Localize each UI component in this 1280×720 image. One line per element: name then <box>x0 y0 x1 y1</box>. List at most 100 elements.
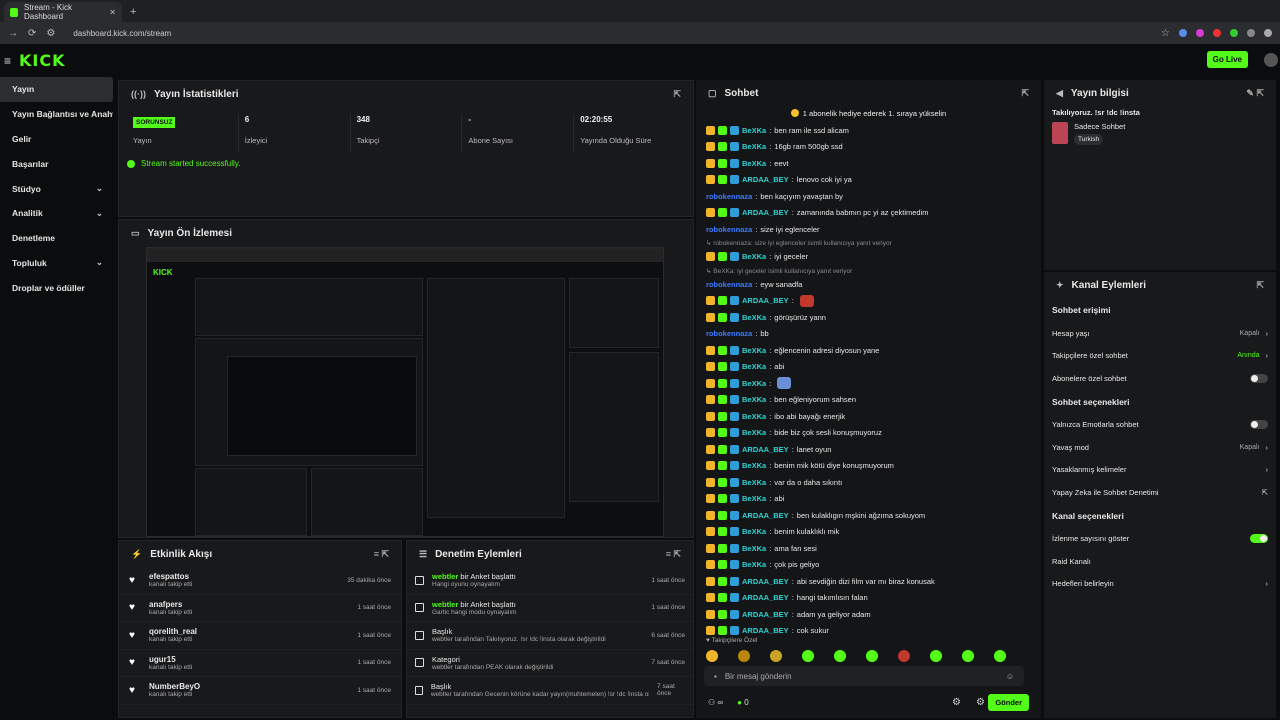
emote-only-toggle[interactable] <box>1250 420 1268 430</box>
chat-username[interactable]: ARDAA_BEY <box>742 175 789 184</box>
emote-icon[interactable] <box>994 650 1006 662</box>
subscribers-only-toggle[interactable] <box>1250 373 1268 383</box>
chat-input[interactable]: ▪ Bir mesaj gönderin ☺ <box>704 666 1024 686</box>
chat-message[interactable]: BeXKa: bide biz çok sesli konuşmuyoruz <box>706 425 1031 442</box>
browser-tab[interactable]: Stream - Kick Dashboard ✕ <box>4 2 122 22</box>
chat-message[interactable]: robokennaza: ben kaçıyım yavaştan by <box>706 188 1031 205</box>
chat-message[interactable]: ARDAA_BEY: abi sevdiğin dizi film var mı … <box>706 573 1031 590</box>
sidebar-item-denetleme[interactable]: Denetleme <box>0 226 113 251</box>
emote-icon[interactable] <box>738 650 750 662</box>
sidebar-item-droplar[interactable]: Droplar ve ödüller <box>0 275 113 300</box>
sidebar-item-yayin[interactable]: Yayın <box>0 77 113 102</box>
chat-username[interactable]: ARDAA_BEY <box>742 593 789 602</box>
chat-message[interactable]: robokennaza: bb <box>706 326 1031 343</box>
reply-context[interactable]: ↳ robokennaza: size iyi eglenceler isiml… <box>706 238 1031 249</box>
chat-message[interactable]: BeXKa: benim kulaklıklı mik <box>706 524 1031 541</box>
set-goals-row[interactable]: Hedefleri belirleyin › <box>1044 573 1276 596</box>
chat-message[interactable]: BeXKa: iyi geceler <box>706 249 1031 266</box>
chat-username[interactable]: BeXKa <box>742 313 766 322</box>
extension-icon[interactable] <box>1196 29 1204 37</box>
users-icon[interactable]: ⚇ ∞ <box>708 698 723 707</box>
chat-username[interactable]: BeXKa <box>742 428 766 437</box>
extensions-puzzle-icon[interactable] <box>1247 29 1255 37</box>
chat-message[interactable]: BeXKa: abi <box>706 359 1031 376</box>
close-icon[interactable]: ✕ <box>109 8 116 17</box>
chat-message[interactable]: BeXKa: ben eğleniyorum sahsen <box>706 392 1031 409</box>
new-tab-icon[interactable]: + <box>130 6 136 18</box>
slow-mode-row[interactable]: Yavaş mod Kapalı › <box>1044 436 1276 459</box>
followers-only-row[interactable]: Takipçilere özel sohbet Anında › <box>1044 345 1276 368</box>
chat-message[interactable]: BeXKa: ben ram ile ssd alicam <box>706 122 1031 139</box>
chat-message[interactable]: BeXKa: eevt <box>706 155 1031 172</box>
emoji-icon[interactable]: ☺ <box>1006 672 1014 681</box>
chat-message[interactable]: BeXKa: abi <box>706 491 1031 508</box>
extension-icon[interactable] <box>1230 29 1238 37</box>
banned-words-row[interactable]: Yasaklanmış kelimeler › <box>1044 459 1276 482</box>
extension-icon[interactable] <box>1213 29 1221 37</box>
menu-icon[interactable]: ≡ <box>4 54 11 68</box>
chat-username[interactable]: BeXKa <box>742 126 766 135</box>
chat-message[interactable]: robokennaza: eyw sanadfa <box>706 276 1031 293</box>
popout-icon[interactable]: ⇱ <box>1256 280 1264 291</box>
emote-icon[interactable] <box>770 650 782 662</box>
settings-icon[interactable]: ⚙ <box>952 697 961 708</box>
account-age-row[interactable]: Hesap yaşı Kapalı › <box>1044 322 1276 345</box>
site-info-icon[interactable]: ⚙ <box>46 28 55 39</box>
emote-icon[interactable] <box>898 650 910 662</box>
chat-message[interactable]: BeXKa: ibo abi bayağı enerjik <box>706 408 1031 425</box>
sidebar-item-basarilar[interactable]: Başarılar <box>0 151 113 176</box>
sidebar-item-gelir[interactable]: Gelir <box>0 127 113 152</box>
chat-message[interactable]: robokennaza: size iyi eglenceler <box>706 221 1031 238</box>
sidebar-item-studyo[interactable]: Stüdyo ⌄ <box>0 176 113 201</box>
emote-icon[interactable] <box>834 650 846 662</box>
emote-icon[interactable] <box>930 650 942 662</box>
chat-username[interactable]: ARDAA_BEY <box>742 445 789 454</box>
star-icon[interactable]: ☆ <box>1161 28 1170 39</box>
chat-username[interactable]: robokennaza <box>706 280 752 289</box>
chat-message[interactable]: ARDAA_BEY: zamanında babmın pc yi az çekt… <box>706 205 1031 222</box>
chat-message[interactable]: ARDAA_BEY: lenovo cok iyi ya <box>706 172 1031 189</box>
raid-channel-row[interactable]: Raid Kanalı <box>1044 550 1276 573</box>
chat-username[interactable]: BeXKa <box>742 494 766 503</box>
points-icon[interactable]: ● 0 <box>737 698 749 707</box>
chat-message[interactable]: ARDAA_BEY: adam ya geliyor adam <box>706 606 1031 623</box>
ai-moderation-row[interactable]: Yapay Zeka ile Sohbet Denetimi ⇱ <box>1044 481 1276 504</box>
go-live-button[interactable]: Go Live <box>1206 51 1248 68</box>
chat-username[interactable]: BeXKa <box>742 544 766 553</box>
chat-message[interactable]: BeXKa:16gb ram 500gb ssd <box>706 139 1031 156</box>
emote-icon[interactable] <box>866 650 878 662</box>
stream-preview-video[interactable]: KICK <box>146 247 664 537</box>
chat-message[interactable]: BeXKa: <box>706 375 1031 392</box>
address-bar[interactable]: dashboard.kick.com/stream <box>73 29 171 38</box>
gear-icon[interactable]: ⚙ <box>976 697 985 708</box>
chat-message[interactable]: BeXKa: var da o daha sıkıntı <box>706 474 1031 491</box>
chat-message[interactable]: ARDAA_BEY: ben kulaklıgın mşkini ağzıma s… <box>706 507 1031 524</box>
chat-username[interactable]: robokennaza <box>706 329 752 338</box>
chat-username[interactable]: BeXKa <box>742 252 766 261</box>
filter-icon[interactable]: ≡ ⇱ <box>666 549 681 560</box>
edit-icon[interactable]: ✎ ⇱ <box>1246 88 1264 99</box>
kick-logo[interactable]: KICK <box>19 51 66 70</box>
chat-username[interactable]: BeXKa <box>742 159 766 168</box>
chat-message[interactable]: BeXKa: ama fan sesi <box>706 540 1031 557</box>
chat-username[interactable]: BeXKa <box>742 395 766 404</box>
profile-icon[interactable] <box>1264 29 1272 37</box>
avatar[interactable] <box>1264 53 1278 67</box>
chat-message[interactable]: BeXKa: eğlencenin adresi diyosun yane <box>706 342 1031 359</box>
extension-icon[interactable] <box>1179 29 1187 37</box>
chat-username[interactable]: robokennaza <box>706 225 752 234</box>
chat-username[interactable]: ARDAA_BEY <box>742 296 789 305</box>
forward-icon[interactable]: → <box>8 28 18 39</box>
chat-username[interactable]: BeXKa <box>742 478 766 487</box>
chat-message[interactable]: ARDAA_BEY: hangi takımlısın falan <box>706 590 1031 607</box>
emote-icon[interactable] <box>706 650 718 662</box>
chat-message[interactable]: BeXKa: görüşürüz yann <box>706 309 1031 326</box>
chat-username[interactable]: ARDAA_BEY <box>742 626 789 635</box>
chat-username[interactable]: robokennaza <box>706 192 752 201</box>
filter-icon[interactable]: ≡ ⇱ <box>374 549 389 560</box>
pinned-banner[interactable]: 1 abonelik hediye ederek 1. sıraya yükse… <box>696 106 1041 120</box>
chat-username[interactable]: BeXKa <box>742 527 766 536</box>
sidebar-item-analitik[interactable]: Analitik ⌄ <box>0 201 113 226</box>
chat-message[interactable]: ARDAA_BEY: <box>706 293 1031 310</box>
send-button[interactable]: Gönder <box>988 694 1029 711</box>
